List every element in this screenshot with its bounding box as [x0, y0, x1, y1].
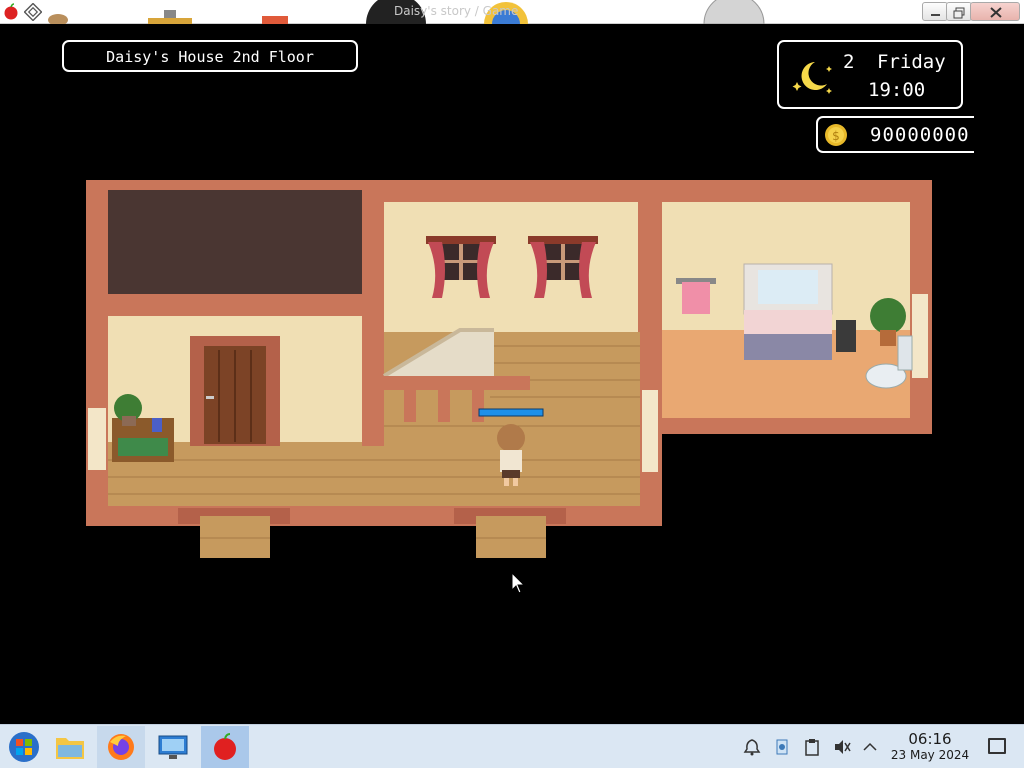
stair-exit-left[interactable]	[200, 516, 270, 558]
firefox-icon	[108, 734, 134, 760]
vanity-cabinet[interactable]	[744, 334, 832, 360]
pillar-left	[362, 180, 384, 446]
notification-bell-icon[interactable]	[742, 737, 762, 757]
volume-muted-icon[interactable]	[832, 737, 852, 757]
windows-start-icon	[9, 732, 39, 762]
hall-wall-trim	[384, 180, 640, 202]
network-icon[interactable]	[772, 737, 792, 757]
coin-icon: $	[825, 124, 847, 146]
show-desktop-button[interactable]	[988, 738, 1006, 754]
pillar-right	[638, 180, 662, 332]
stair-railing	[384, 376, 530, 390]
window-title: Daisy's story / Game	[394, 4, 519, 18]
minimize-button[interactable]	[922, 2, 948, 21]
left-room-wall-trim	[86, 298, 384, 316]
taskbar-firefox[interactable]	[97, 726, 145, 768]
taskbar-file-manager[interactable]	[46, 726, 94, 768]
taskbar: 06:16 23 May 2024	[0, 724, 1024, 768]
moon-icon	[792, 62, 832, 94]
day-name: Friday	[877, 51, 946, 73]
sink-counter[interactable]	[744, 310, 832, 334]
mouse-cursor-icon	[511, 572, 526, 594]
game-screen: Daisy's story / Game Daisy's House 2nd F…	[0, 0, 1024, 768]
book[interactable]	[152, 418, 162, 432]
game-clock: 19:00	[868, 79, 926, 101]
location-panel: Daisy's House 2nd Floor	[62, 40, 358, 72]
start-button[interactable]	[0, 726, 48, 768]
money-panel: $ 90000000	[816, 116, 974, 153]
trash-bin[interactable]	[836, 320, 856, 352]
game-map[interactable]	[86, 180, 932, 560]
close-button[interactable]	[970, 2, 1020, 21]
stair-exit-center[interactable]	[476, 516, 546, 558]
taskbar-clock-date[interactable]: 23 May 2024	[884, 748, 976, 762]
svg-text:$: $	[832, 129, 840, 143]
date-time-panel: 2 Friday 19:00	[777, 40, 963, 109]
money-amount: 90000000	[870, 124, 970, 146]
close-icon	[990, 7, 1002, 18]
folder-icon	[56, 738, 84, 759]
taskbar-clock-time[interactable]: 06:16	[898, 730, 962, 748]
taskbar-system-monitor[interactable]	[149, 726, 197, 768]
window-titlebar[interactable]: Daisy's story / Game	[0, 0, 1024, 24]
taskbar-game[interactable]	[201, 726, 249, 768]
clipboard-icon[interactable]	[802, 737, 822, 757]
bottom-wall	[86, 506, 662, 526]
bathroom-plant	[870, 298, 906, 334]
apple-icon	[214, 733, 236, 760]
location-name: Daisy's House 2nd Floor	[106, 48, 314, 66]
tray-expand-icon[interactable]	[860, 737, 880, 757]
left-wall-edge	[86, 180, 108, 525]
window-menu-icon[interactable]	[24, 3, 42, 21]
apple-icon[interactable]	[2, 3, 20, 21]
player-stamina-bar	[478, 408, 544, 417]
maximize-button[interactable]	[946, 2, 972, 21]
towel[interactable]	[682, 282, 710, 314]
hall-wall	[384, 180, 640, 332]
monitor-icon	[158, 735, 188, 759]
day-number: 2	[843, 51, 855, 73]
dark-void-area	[106, 190, 364, 294]
